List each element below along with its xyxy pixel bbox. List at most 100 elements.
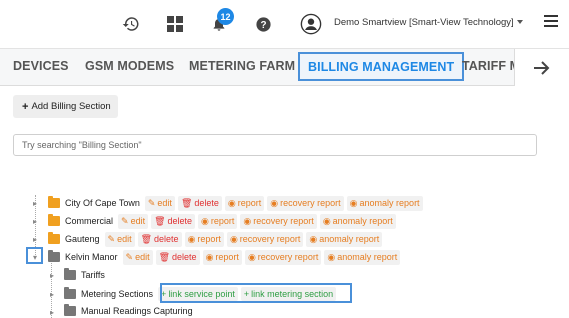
recovery-report-button[interactable]: ◉ recovery report: [240, 213, 317, 229]
notification-badge: 12: [217, 8, 234, 25]
top-bar: 12 ? Demo Smartview [Smart-View Technolo…: [0, 0, 569, 48]
toggle-highlight: [26, 247, 43, 264]
node-label: Commercial: [65, 216, 114, 226]
tree-node-kelvin-manor[interactable]: Kelvin Manor ✎ edit 🗑 delete ◉ report ◉ reco…: [48, 249, 403, 265]
report-button[interactable]: ◉ report: [202, 249, 242, 265]
hamburger-menu-icon[interactable]: [544, 14, 558, 33]
recovery-report-button[interactable]: ◉ recovery report: [244, 249, 322, 265]
pencil-icon: ✎: [125, 251, 134, 262]
tree-node-gauteng[interactable]: Gauteng ✎ edit 🗑 delete ◉ report ◉ recovery …: [48, 231, 385, 247]
edit-label: edit: [130, 216, 146, 226]
tab-metering-farm[interactable]: METERING FARM: [189, 59, 295, 73]
eye-icon: ◉: [201, 215, 209, 226]
anomaly-report-button[interactable]: ◉ anomaly report: [346, 195, 423, 211]
report-label: report: [210, 216, 235, 226]
tab-bar: DEVICES GSM MODEMS METERING FARM BILLING…: [0, 48, 569, 86]
tab-billing-management[interactable]: BILLING MANAGEMENT: [298, 52, 465, 81]
delete-button[interactable]: 🗑 delete: [151, 213, 196, 229]
report-button[interactable]: ◉ report: [224, 195, 265, 211]
recovery-report-label: recovery report: [280, 198, 341, 208]
anomaly-report-label: anomaly report: [359, 198, 420, 208]
trash-icon: 🗑: [140, 233, 153, 244]
tree-node-city-of-cape-town[interactable]: City Of Cape Town ✎ edit 🗑 delete ◉ report …: [48, 195, 426, 211]
search-input[interactable]: [13, 134, 537, 156]
eye-icon: ◉: [247, 251, 256, 262]
edit-button[interactable]: ✎ edit: [122, 249, 153, 265]
eye-icon: ◉: [270, 197, 279, 208]
pencil-icon: ✎: [147, 197, 156, 208]
recovery-report-label: recovery report: [253, 216, 314, 226]
expand-toggle-icon[interactable]: ▸: [47, 307, 57, 317]
anomaly-report-label: anomaly report: [332, 216, 393, 226]
tab-scroll-right-button[interactable]: [514, 49, 569, 86]
anomaly-report-button[interactable]: ◉ anomaly report: [324, 249, 401, 265]
tree-node-commercial[interactable]: Commercial ✎ edit 🗑 delete ◉ report ◉ recove…: [48, 213, 399, 229]
report-button[interactable]: ◉ report: [184, 231, 224, 247]
recovery-report-label: recovery report: [239, 234, 301, 244]
eye-icon: ◉: [205, 251, 214, 262]
grid-icon[interactable]: [164, 13, 186, 35]
folder-icon: [48, 232, 60, 244]
trash-icon: 🗑: [180, 197, 193, 208]
recovery-report-button[interactable]: ◉ recovery report: [226, 231, 304, 247]
node-label: Tariffs: [81, 270, 105, 280]
tree-node-manual-readings-capturing[interactable]: Manual Readings Capturing: [64, 303, 198, 318]
user-name-label: Demo Smartview [Smart-View Technology]: [334, 17, 514, 28]
links-highlight: [160, 283, 352, 303]
expand-toggle-icon[interactable]: ▸: [47, 289, 57, 299]
delete-button[interactable]: 🗑 delete: [177, 195, 222, 211]
edit-label: edit: [135, 252, 150, 262]
svg-text:?: ?: [260, 20, 266, 31]
tab-gsm-modems[interactable]: GSM MODEMS: [85, 59, 174, 73]
expand-toggle-icon[interactable]: ▸: [30, 216, 40, 226]
eye-icon: ◉: [349, 197, 358, 208]
report-label: report: [215, 252, 239, 262]
pencil-icon: ✎: [121, 215, 129, 226]
folder-icon: [48, 196, 60, 208]
tab-tariff[interactable]: TARIFF M: [462, 59, 514, 73]
arrow-right-icon: [534, 60, 550, 75]
eye-icon: ◉: [229, 233, 238, 244]
help-icon[interactable]: ?: [252, 13, 274, 35]
expand-toggle-icon[interactable]: ▸: [30, 198, 40, 208]
eye-icon: ◉: [187, 233, 196, 244]
trash-icon: 🗑: [158, 251, 171, 262]
eye-icon: ◉: [309, 233, 318, 244]
tree-node-tariffs[interactable]: Tariffs: [64, 267, 110, 283]
eye-icon: ◉: [243, 215, 252, 226]
expand-toggle-icon[interactable]: ▸: [30, 234, 40, 244]
folder-icon: [64, 268, 76, 280]
avatar-icon[interactable]: [300, 13, 322, 35]
anomaly-report-button[interactable]: ◉ anomaly report: [306, 231, 383, 247]
delete-label: delete: [154, 234, 179, 244]
delete-label: delete: [194, 198, 219, 208]
report-button[interactable]: ◉ report: [198, 213, 238, 229]
anomaly-report-label: anomaly report: [337, 252, 398, 262]
history-icon[interactable]: [120, 13, 142, 35]
node-label: City Of Cape Town: [65, 198, 140, 208]
add-billing-section-label: Add Billing Section: [31, 101, 111, 112]
folder-icon: [48, 214, 60, 226]
edit-button[interactable]: ✎ edit: [104, 231, 135, 247]
edit-button[interactable]: ✎ edit: [144, 195, 175, 211]
folder-icon: [64, 287, 76, 299]
edit-label: edit: [117, 234, 132, 244]
plus-icon: +: [22, 100, 29, 113]
tab-devices[interactable]: DEVICES: [13, 59, 69, 73]
recovery-report-label: recovery report: [257, 252, 319, 262]
chevron-down-icon: [516, 20, 523, 25]
recovery-report-button[interactable]: ◉ recovery report: [267, 195, 344, 211]
user-menu[interactable]: Demo Smartview [Smart-View Technology]: [334, 17, 523, 28]
folder-open-icon: [48, 250, 60, 262]
eye-icon: ◉: [322, 215, 331, 226]
delete-button[interactable]: 🗑 delete: [155, 249, 200, 265]
eye-icon: ◉: [227, 197, 236, 208]
delete-label: delete: [172, 252, 197, 262]
edit-label: edit: [157, 198, 172, 208]
eye-icon: ◉: [327, 251, 336, 262]
anomaly-report-button[interactable]: ◉ anomaly report: [319, 213, 396, 229]
expand-toggle-icon[interactable]: ▸: [47, 270, 57, 280]
delete-button[interactable]: 🗑 delete: [137, 231, 182, 247]
edit-button[interactable]: ✎ edit: [118, 213, 149, 229]
add-billing-section-button[interactable]: + Add Billing Section: [13, 95, 118, 118]
